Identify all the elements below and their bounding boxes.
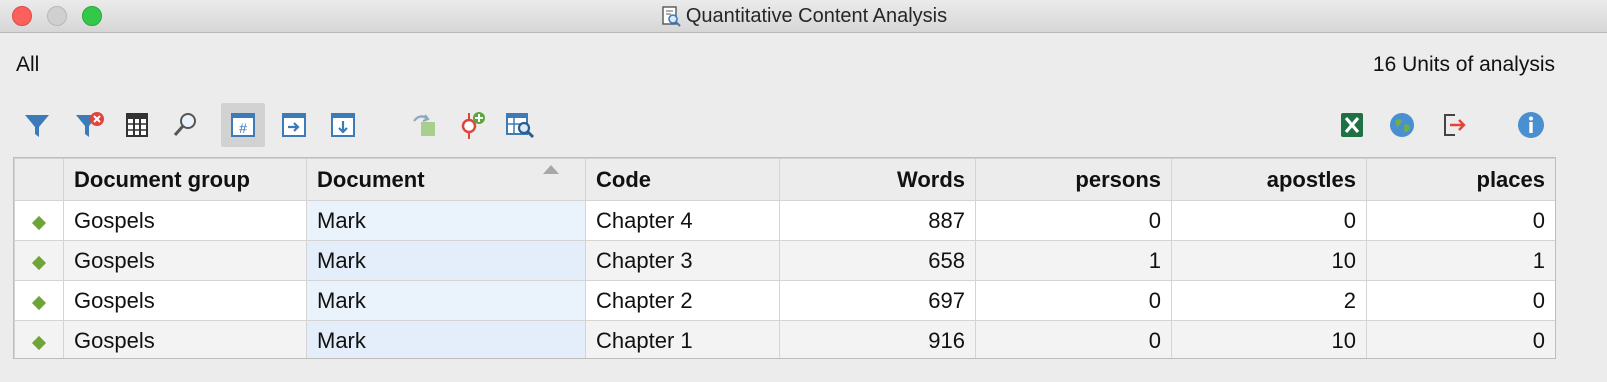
- column-header-persons[interactable]: persons: [975, 158, 1172, 201]
- cell-places: 1: [1366, 240, 1555, 281]
- web-export-button[interactable]: [1380, 103, 1424, 147]
- window-title: Quantitative Content Analysis: [685, 4, 948, 27]
- cell-persons: 1: [975, 240, 1172, 281]
- column-header-document[interactable]: Document: [306, 158, 586, 201]
- cell-apostles: 2: [1171, 280, 1367, 321]
- filter-label: All: [16, 53, 40, 76]
- row-marker: [14, 200, 64, 241]
- info-button[interactable]: [1509, 103, 1553, 147]
- add-code-button[interactable]: [451, 103, 495, 147]
- cell-words: 697: [779, 280, 976, 321]
- filter-icon: [25, 115, 49, 137]
- column-header-code[interactable]: Code: [585, 158, 780, 201]
- cell-document: Mark: [306, 200, 586, 241]
- search-icon: [173, 113, 196, 136]
- excel-export-button[interactable]: [1330, 103, 1374, 147]
- web-export-icon: [1390, 113, 1414, 137]
- table-search-icon: [506, 113, 535, 139]
- results-table: Document group Document Code Words perso…: [13, 157, 1556, 359]
- export-right-button[interactable]: [272, 103, 316, 147]
- column-header-places[interactable]: places: [1366, 158, 1555, 201]
- transfer-button[interactable]: [402, 103, 446, 147]
- table-row[interactable]: Gospels Mark Chapter 1 916 0 10 0: [14, 320, 1555, 358]
- diamond-icon: [31, 255, 47, 270]
- clear-filter-button[interactable]: [67, 103, 111, 147]
- export-button[interactable]: [1431, 103, 1475, 147]
- numbers-view-icon: #: [231, 113, 255, 137]
- diamond-icon: [31, 295, 47, 310]
- cell-persons: 0: [975, 200, 1172, 241]
- clear-filter-icon: [76, 112, 104, 137]
- cell-words: 658: [779, 240, 976, 281]
- sort-ascending-icon: [543, 165, 559, 174]
- cell-words: 916: [779, 320, 976, 358]
- cell-places: 0: [1366, 200, 1555, 241]
- cell-document-group: Gospels: [63, 240, 307, 281]
- column-header-document-group[interactable]: Document group: [63, 158, 307, 201]
- cell-document-group: Gospels: [63, 200, 307, 241]
- table-search-button[interactable]: [498, 103, 542, 147]
- add-code-icon: [461, 112, 485, 139]
- diamond-icon: [31, 215, 47, 230]
- export-right-icon: [282, 113, 306, 137]
- title-bar: Quantitative Content Analysis: [0, 0, 1607, 33]
- cell-document: Mark: [306, 240, 586, 281]
- cell-code: Chapter 3: [585, 240, 780, 281]
- filter-button[interactable]: [15, 103, 59, 147]
- info-icon: [1518, 112, 1544, 138]
- row-marker: [14, 240, 64, 281]
- search-button[interactable]: [163, 103, 207, 147]
- diamond-icon: [31, 335, 47, 350]
- export-icon: [1444, 114, 1466, 136]
- cell-document-group: Gospels: [63, 280, 307, 321]
- table-row[interactable]: Gospels Mark Chapter 3 658 1 10 1: [14, 240, 1555, 281]
- column-header-words[interactable]: Words: [779, 158, 976, 201]
- cell-places: 0: [1366, 320, 1555, 358]
- cell-places: 0: [1366, 280, 1555, 321]
- units-count-label: 16 Units of analysis: [1372, 53, 1555, 76]
- table-row[interactable]: Gospels Mark Chapter 2 697 0 2 0: [14, 280, 1555, 321]
- cell-apostles: 0: [1171, 200, 1367, 241]
- row-marker: [14, 320, 64, 358]
- cell-document: Mark: [306, 280, 586, 321]
- excel-icon: [1341, 113, 1363, 137]
- cell-code: Chapter 1: [585, 320, 780, 358]
- cell-apostles: 10: [1171, 240, 1367, 281]
- numbers-view-button[interactable]: #: [221, 103, 265, 147]
- cell-apostles: 10: [1171, 320, 1367, 358]
- cell-document-group: Gospels: [63, 320, 307, 358]
- cell-code: Chapter 4: [585, 200, 780, 241]
- analysis-document-icon: [662, 6, 681, 27]
- transfer-icon: [413, 114, 435, 136]
- cell-code: Chapter 2: [585, 280, 780, 321]
- cell-words: 887: [779, 200, 976, 241]
- cell-persons: 0: [975, 320, 1172, 358]
- svg-text:#: #: [239, 120, 247, 136]
- table-header-row: Document group Document Code Words perso…: [14, 158, 1555, 201]
- export-down-button[interactable]: [321, 103, 365, 147]
- row-marker: [14, 280, 64, 321]
- window-title-area: Quantitative Content Analysis: [0, 0, 1607, 32]
- table-columns-button[interactable]: [115, 103, 159, 147]
- cell-document: Mark: [306, 320, 586, 358]
- column-header-label: Document: [317, 166, 425, 192]
- table-columns-icon: [126, 113, 148, 137]
- export-down-icon: [331, 113, 355, 137]
- cell-persons: 0: [975, 280, 1172, 321]
- column-header-marker[interactable]: [14, 158, 64, 201]
- table-row[interactable]: Gospels Mark Chapter 4 887 0 0 0: [14, 200, 1555, 241]
- column-header-apostles[interactable]: apostles: [1171, 158, 1367, 201]
